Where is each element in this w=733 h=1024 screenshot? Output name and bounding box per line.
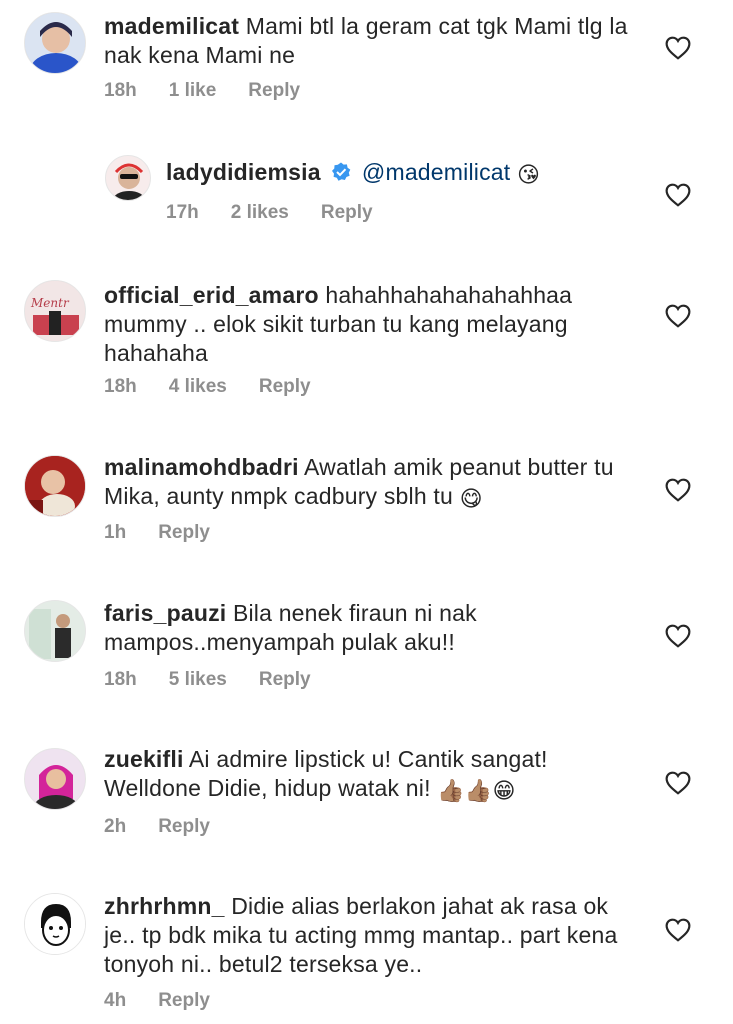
comment-time: 1h [104,522,127,543]
reply-button[interactable]: Reply [158,522,210,544]
avatar[interactable] [105,155,151,201]
comment-username[interactable]: faris_pauzi [104,600,226,626]
comment-username[interactable]: official_erid_amaro [104,282,319,308]
reply-button[interactable]: Reply [248,80,300,102]
comment-time: 18h [104,80,137,101]
heart-icon[interactable] [665,624,691,648]
comment-likes[interactable]: 4 likes [169,376,227,398]
avatar[interactable] [24,455,86,517]
heart-icon[interactable] [665,771,691,795]
avatar[interactable] [24,600,86,662]
avatar[interactable] [24,12,86,74]
emoji: 👍🏽👍🏽😁 [437,778,516,803]
reply-button[interactable]: Reply [259,376,311,398]
comment-username[interactable]: ladydidiemsia [166,159,321,185]
reply-button[interactable]: Reply [321,202,373,224]
heart-icon[interactable] [665,918,691,942]
verified-badge-icon [332,162,351,181]
comment-likes[interactable]: 5 likes [169,669,227,691]
comment-time: 2h [104,816,127,837]
heart-icon[interactable] [665,36,691,60]
heart-icon[interactable] [665,183,691,207]
comment-username[interactable]: zhrhrhmn_ [104,893,225,919]
comment-time: 18h [104,669,137,690]
comment-time: 17h [166,202,199,223]
svg-text:Mentr: Mentr [30,296,70,310]
emoji: 😋 [459,486,483,511]
comment-username[interactable]: zuekifli [104,746,184,772]
emoji: 😘 [516,162,541,187]
avatar[interactable] [24,748,86,810]
comment-username[interactable]: mademilicat [104,13,239,39]
comment-time: 18h [104,376,137,397]
comment-likes[interactable]: 1 like [169,80,217,102]
avatar[interactable] [24,893,86,955]
reply-button[interactable]: Reply [158,990,210,1012]
heart-icon[interactable] [665,478,691,502]
comment-username[interactable]: malinamohdbadri [104,454,299,480]
comment-time: 4h [104,990,127,1011]
comment-likes[interactable]: 2 likes [231,202,289,224]
mention-link[interactable]: @mademilicat [362,159,510,185]
avatar[interactable]: Mentr [24,280,86,342]
reply-button[interactable]: Reply [259,669,311,691]
reply-button[interactable]: Reply [158,816,210,838]
heart-icon[interactable] [665,304,691,328]
